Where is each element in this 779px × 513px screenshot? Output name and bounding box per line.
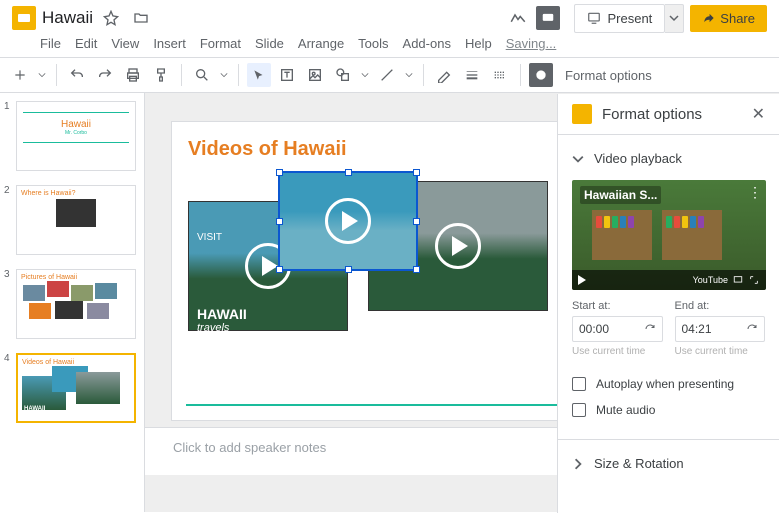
new-slide-button[interactable] [8,63,32,87]
line-dropdown[interactable] [403,63,415,87]
play-icon [325,198,371,244]
saving-status: Saving... [506,36,557,51]
slide-thumbnails: 1 Hawaii Mr. Corbo 2 Where is Hawaii? 3 … [0,93,145,512]
size-rotation-label: Size & Rotation [594,456,684,471]
travels-label: travels [197,322,229,334]
activity-icon[interactable] [506,6,530,30]
zoom-button[interactable] [190,63,214,87]
fullscreen-icon[interactable] [748,275,760,285]
move-folder-icon[interactable] [129,6,153,30]
menu-help[interactable]: Help [465,36,492,51]
video-preview[interactable]: Hawaiian S... ⋮ YouTube [572,180,766,290]
textbox-tool[interactable] [275,63,299,87]
present-dropdown[interactable] [665,4,684,33]
menu-arrange[interactable]: Arrange [298,36,344,51]
end-at-input[interactable]: 04:21 [675,316,766,342]
format-panel-title: Format options [602,106,752,123]
menu-view[interactable]: View [111,36,139,51]
border-dash-button[interactable] [488,63,512,87]
preview-title: Hawaiian S... [580,186,661,204]
shape-tool[interactable] [331,63,355,87]
menu-addons[interactable]: Add-ons [403,36,451,51]
thumb-number: 3 [4,269,10,280]
youtube-label: YouTube [693,275,728,285]
visit-label: VISIT [197,232,222,243]
comments-icon[interactable] [536,6,560,30]
end-at-value: 04:21 [682,322,743,336]
thumb-3[interactable]: 3 Pictures of Hawaii [6,269,138,339]
end-at-label: End at: [675,300,766,312]
menu-file[interactable]: File [40,36,61,51]
menu-insert[interactable]: Insert [153,36,186,51]
preview-play-icon[interactable] [578,275,586,285]
autoplay-checkbox[interactable]: Autoplay when presenting [572,371,765,397]
thumb-number: 2 [4,185,10,196]
format-options-panel: Format options ✕ Video playback Hawaiian… [557,94,779,513]
new-slide-dropdown[interactable] [36,63,48,87]
play-icon [435,223,481,269]
share-label: Share [720,11,755,26]
preview-more-icon[interactable]: ⋮ [748,184,762,201]
thumb-subtitle: Mr. Corbo [21,130,131,136]
start-hint[interactable]: Use current time [572,346,663,357]
autoplay-label: Autoplay when presenting [596,377,734,391]
thumb-number: 4 [4,353,10,364]
cast-icon[interactable] [732,275,744,285]
reload-icon[interactable] [746,323,758,335]
start-at-value: 00:00 [579,322,640,336]
present-button[interactable]: Present [574,4,665,33]
hawaii-label: HAWAII [197,306,247,322]
thumb-title: Videos of Hawaii [22,359,130,366]
motion-button[interactable] [529,63,553,87]
thumb-1[interactable]: 1 Hawaii Mr. Corbo [6,101,138,171]
print-button[interactable] [121,63,145,87]
line-tool[interactable] [375,63,399,87]
shape-dropdown[interactable] [359,63,371,87]
video-playback-label: Video playback [594,151,682,166]
share-button[interactable]: Share [690,5,767,32]
start-at-input[interactable]: 00:00 [572,316,663,342]
border-weight-button[interactable] [460,63,484,87]
chevron-down-icon [572,153,584,165]
thumb-4[interactable]: 4 Videos of Hawaii HAWAII [6,353,138,423]
video-selected[interactable] [278,171,418,271]
close-panel-button[interactable]: ✕ [752,104,765,124]
size-rotation-section[interactable]: Size & Rotation [572,450,765,477]
select-tool[interactable] [247,63,271,87]
slides-logo [12,6,36,30]
paint-format-button[interactable] [149,63,173,87]
undo-button[interactable] [65,63,89,87]
thumb-title: Pictures of Hawaii [21,274,131,281]
image-tool[interactable] [303,63,327,87]
doc-title[interactable]: Hawaii [42,8,93,28]
end-hint[interactable]: Use current time [675,346,766,357]
thumb-title: Where is Hawaii? [21,190,131,197]
checkbox-icon [572,377,586,391]
mute-checkbox[interactable]: Mute audio [572,397,765,423]
thumb-number: 1 [4,101,10,112]
format-panel-icon [572,104,592,124]
border-color-button[interactable] [432,63,456,87]
thumb-title: Hawaii [21,119,131,130]
reload-icon[interactable] [644,323,656,335]
zoom-dropdown[interactable] [218,63,230,87]
mute-label: Mute audio [596,403,655,417]
chevron-right-icon [572,458,584,470]
thumb-2[interactable]: 2 Where is Hawaii? [6,185,138,255]
checkbox-icon [572,403,586,417]
menu-tools[interactable]: Tools [358,36,388,51]
present-label: Present [607,11,652,26]
format-options-toolbar[interactable]: Format options [557,64,660,87]
video-playback-section[interactable]: Video playback [572,145,765,172]
menu-format[interactable]: Format [200,36,241,51]
start-at-label: Start at: [572,300,663,312]
menu-slide[interactable]: Slide [255,36,284,51]
redo-button[interactable] [93,63,117,87]
star-icon[interactable] [99,6,123,30]
menu-edit[interactable]: Edit [75,36,97,51]
